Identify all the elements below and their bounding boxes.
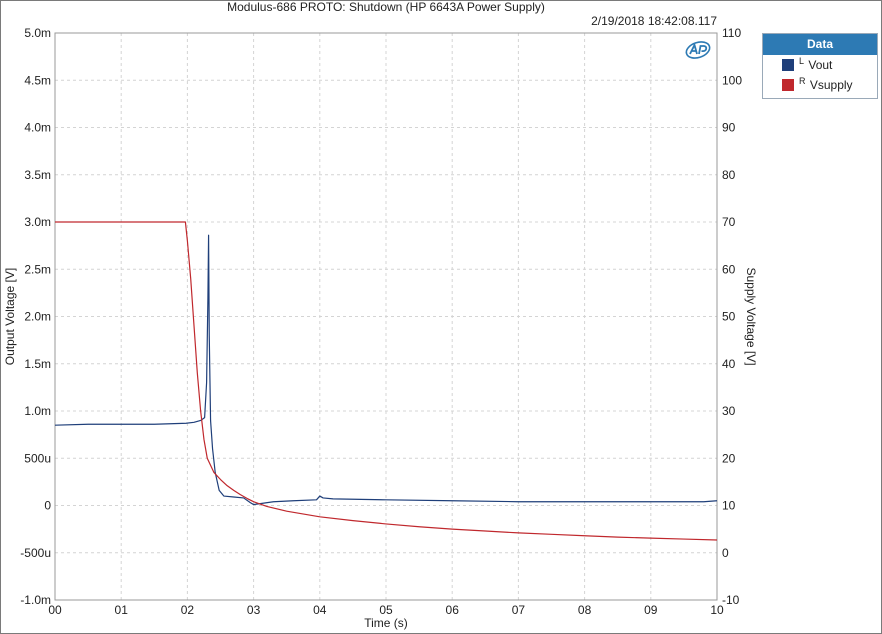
- x-tick-label: 05: [379, 603, 393, 617]
- legend: Data L Vout R Vsupply: [762, 33, 878, 99]
- x-tick-label: 03: [247, 603, 261, 617]
- legend-label-vout: Vout: [808, 58, 833, 72]
- y-right-tick-label: 60: [722, 262, 736, 276]
- y-left-tick-label: 500u: [24, 451, 51, 465]
- legend-label-vsupply: Vsupply: [809, 78, 853, 92]
- y-right-tick-label: 40: [722, 357, 736, 371]
- y-right-tick-label: 70: [722, 215, 736, 229]
- x-tick-label: 09: [644, 603, 658, 617]
- x-tick-label: 08: [578, 603, 592, 617]
- y-left-tick-label: 2.0m: [24, 310, 51, 324]
- y-right-tick-label: 10: [722, 499, 736, 513]
- y-right-tick-label: 80: [722, 168, 736, 182]
- legend-item-vout[interactable]: L Vout: [763, 55, 877, 75]
- y-left-tick-label: 4.0m: [24, 121, 51, 135]
- legend-item-vsupply[interactable]: R Vsupply: [763, 75, 877, 95]
- y-left-tick-label: 5.0m: [24, 26, 51, 40]
- y-left-tick-label: -500u: [20, 546, 51, 560]
- y-right-tick-label: 100: [722, 73, 742, 87]
- y-left-tick-label: 0: [44, 499, 51, 513]
- y-left-tick-label: 3.0m: [24, 215, 51, 229]
- y-right-tick-label: -10: [722, 593, 740, 607]
- y-left-tick-label: -1.0m: [20, 593, 51, 607]
- x-tick-label: 06: [446, 603, 460, 617]
- x-tick-label: 01: [115, 603, 129, 617]
- y-axis-right-label: Supply Voltage [V]: [744, 267, 758, 365]
- y-right-tick-label: 90: [722, 121, 736, 135]
- y-left-tick-label: 1.5m: [24, 357, 51, 371]
- x-tick-label: 07: [512, 603, 526, 617]
- x-tick-label: 04: [313, 603, 327, 617]
- x-axis-label: Time (s): [364, 616, 408, 630]
- y-right-tick-label: 110: [722, 26, 741, 40]
- y-right-tick-label: 50: [722, 310, 736, 324]
- legend-swatch-vsupply: [782, 79, 794, 91]
- legend-header: Data: [763, 34, 877, 55]
- legend-channel-vout: L: [799, 56, 805, 66]
- x-tick-label: 02: [181, 603, 195, 617]
- y-left-tick-label: 4.5m: [24, 73, 51, 87]
- y-left-tick-label: 3.5m: [24, 168, 51, 182]
- y-left-tick-label: 1.0m: [24, 404, 51, 418]
- y-right-tick-label: 0: [722, 546, 729, 560]
- y-right-tick-label: 30: [722, 404, 736, 418]
- y-left-tick-label: 2.5m: [24, 262, 51, 276]
- legend-channel-vsupply: R: [799, 76, 806, 86]
- y-axis-left-label: Output Voltage [V]: [3, 268, 17, 365]
- legend-swatch-vout: [782, 59, 794, 71]
- ap-logo-icon: [685, 41, 711, 59]
- y-right-tick-label: 20: [722, 451, 736, 465]
- chart-plot: 0 0 01 02 03 04 05 06 07 08 09 10 5.0m 110 4.5m 100 4.0m…: [3, 26, 758, 630]
